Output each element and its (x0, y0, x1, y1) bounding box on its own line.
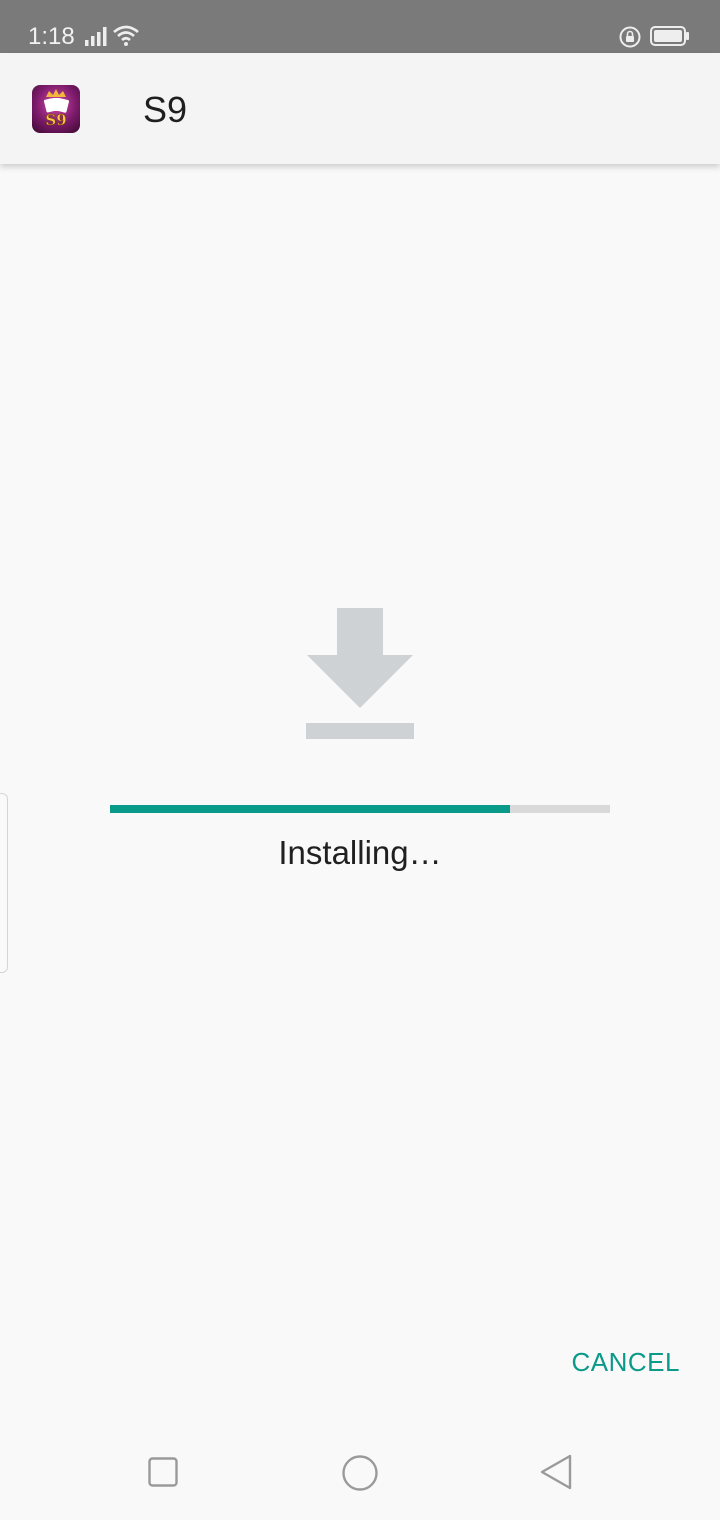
status-bar: 1:18 (0, 0, 720, 53)
install-screen: 1:18 S9 S9 Installing… CANCEL (0, 0, 720, 1520)
home-icon[interactable] (341, 1454, 379, 1492)
signal-icon (85, 27, 107, 46)
install-status-text: Installing… (278, 834, 442, 871)
navigation-bar (0, 1420, 720, 1520)
status-time: 1:18 (28, 23, 75, 50)
download-icon (306, 608, 414, 739)
s9-app-icon: S9 (32, 85, 80, 133)
battery-icon (650, 26, 689, 46)
install-progress-fill (110, 805, 510, 813)
svg-text:S9: S9 (45, 111, 66, 129)
back-icon[interactable] (538, 1453, 574, 1491)
app-header: S9 S9 (0, 53, 720, 164)
recent-apps-icon[interactable] (148, 1457, 178, 1487)
wifi-icon (113, 25, 139, 46)
edge-panel-handle[interactable] (0, 793, 8, 973)
app-title: S9 (143, 89, 188, 130)
cancel-button[interactable]: CANCEL (572, 1342, 680, 1382)
install-progress-bar (110, 805, 610, 813)
rotation-lock-icon (619, 26, 641, 48)
